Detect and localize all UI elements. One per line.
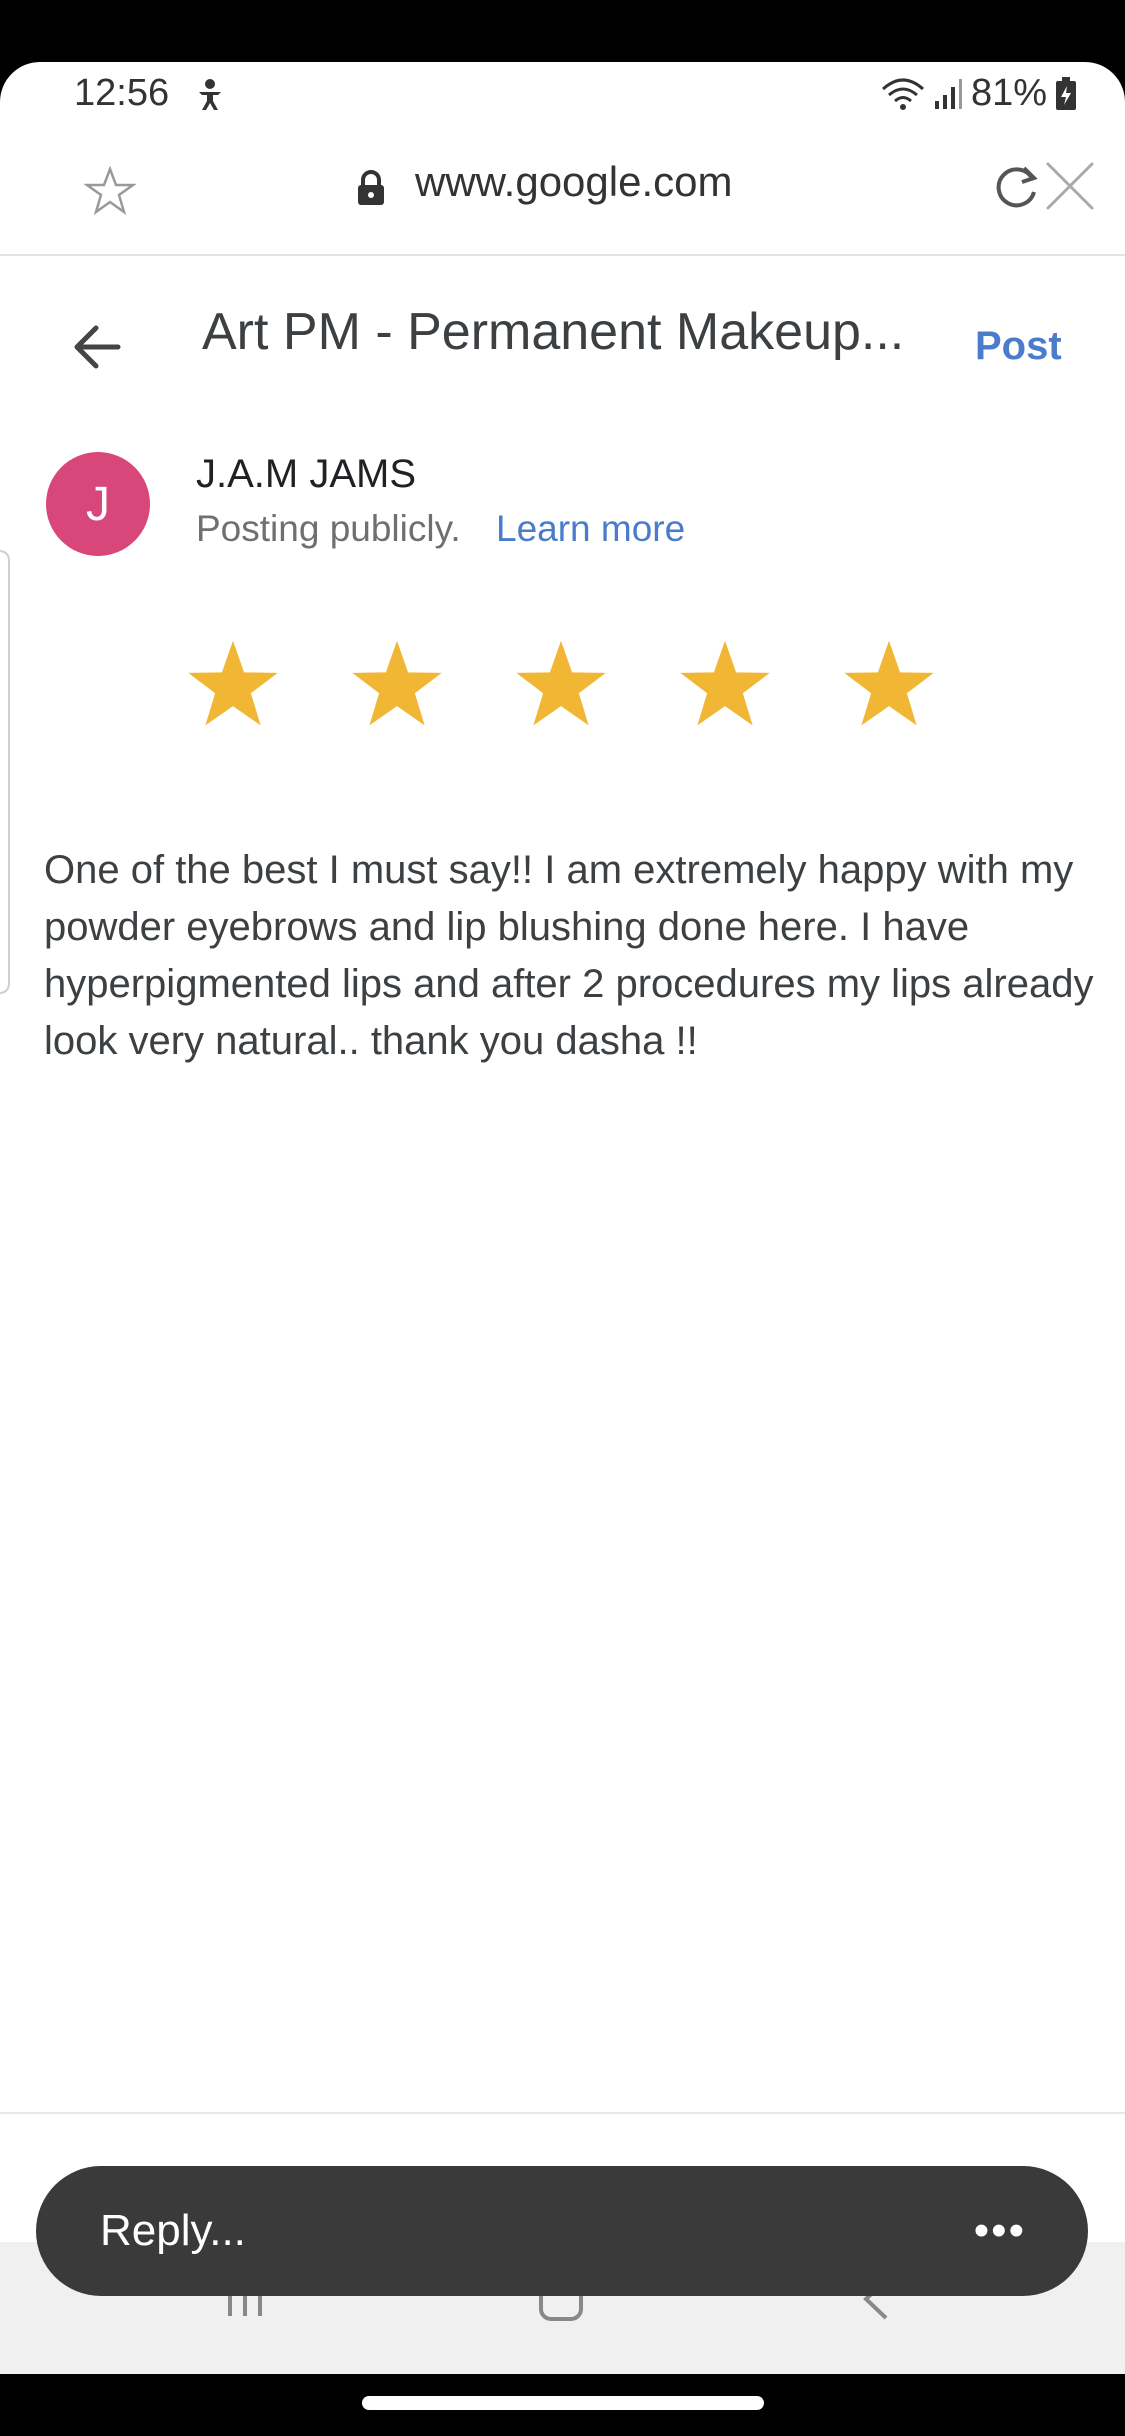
edge-panel-handle[interactable] (0, 550, 10, 994)
wifi-icon (881, 77, 925, 111)
status-time: 12:56 (74, 72, 170, 114)
accessibility-icon (195, 78, 225, 120)
avatar-initial: J (86, 477, 110, 531)
reload-icon[interactable] (990, 162, 1042, 219)
bookmark-star-icon[interactable] (83, 165, 137, 221)
posting-note: Posting publicly. (196, 508, 461, 549)
signal-icon (933, 77, 963, 111)
battery-percent: 81% (970, 72, 1047, 114)
status-right: 81% (881, 72, 1077, 115)
status-bar: 12:56 81% (0, 62, 1125, 126)
url-text[interactable]: www.google.com (415, 158, 732, 206)
lock-icon (356, 170, 386, 211)
rating-star-3[interactable] (514, 637, 608, 731)
screen: 12:56 81% www.google.com Art PM - Perman… (0, 62, 1125, 2374)
close-icon[interactable] (1040, 156, 1100, 221)
rating-star-5[interactable] (842, 637, 936, 731)
back-arrow-icon[interactable] (72, 324, 122, 375)
learn-more-link[interactable]: Learn more (496, 508, 685, 550)
battery-charging-icon (1055, 76, 1077, 111)
rating-star-1[interactable] (186, 637, 280, 731)
rating-star-2[interactable] (350, 637, 444, 731)
url-bar: www.google.com (0, 126, 1125, 256)
more-options-icon[interactable]: ••• (974, 2206, 1026, 2256)
avatar: J (46, 452, 150, 556)
review-title: Art PM - Permanent Makeup... (202, 303, 905, 361)
star-rating (186, 637, 936, 731)
post-button[interactable]: Post (975, 324, 1062, 369)
home-indicator[interactable] (362, 2396, 764, 2410)
review-text[interactable]: One of the best I must say!! I am extrem… (44, 842, 1094, 1070)
reply-bar[interactable]: Reply... ••• (36, 2166, 1088, 2296)
user-name: J.A.M JAMS (196, 452, 417, 496)
reply-input[interactable]: Reply... (100, 2206, 246, 2256)
rating-star-4[interactable] (678, 637, 772, 731)
